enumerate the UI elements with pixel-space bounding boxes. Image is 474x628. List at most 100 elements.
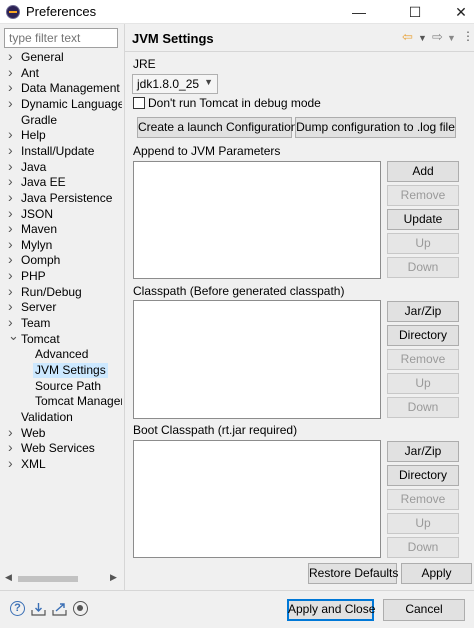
debug-mode-label[interactable]: Don't run Tomcat in debug mode <box>148 96 321 110</box>
debug-mode-checkbox[interactable] <box>133 97 145 109</box>
window-title: Preferences <box>26 4 97 19</box>
jre-label: JRE <box>133 57 156 71</box>
tree-item-json[interactable]: › JSON <box>8 205 53 222</box>
tree-item-tomcat-manager[interactable]: Tomcat Manager <box>35 394 122 409</box>
chevron-down-icon[interactable]: ⌄ <box>8 328 19 344</box>
pane-divider[interactable] <box>124 24 125 590</box>
chevron-right-icon[interactable]: › <box>8 424 13 440</box>
maximize-button[interactable]: ☐ <box>392 0 438 24</box>
classpath-down-button[interactable]: Down <box>387 397 459 418</box>
tree-item-validation[interactable]: Validation <box>21 410 73 425</box>
tree-item-mylyn[interactable]: › Mylyn <box>8 236 52 253</box>
append-down-button[interactable]: Down <box>387 257 459 278</box>
tree-item-data-management[interactable]: › Data Management <box>8 79 120 96</box>
chevron-right-icon[interactable]: › <box>8 205 13 221</box>
forward-menu-icon[interactable]: ▼ <box>447 33 456 43</box>
help-icon[interactable]: ? <box>10 601 25 616</box>
back-menu-icon[interactable]: ▼ <box>418 33 427 43</box>
tree-item-label: General <box>21 50 64 64</box>
tree-item-run-debug[interactable]: › Run/Debug <box>8 283 82 300</box>
create-launch-config-button[interactable]: Create a launch Configuration <box>137 117 297 138</box>
back-arrow-icon[interactable]: ⇦ <box>402 29 413 45</box>
tree-item-jvm-settings[interactable]: JVM Settings <box>33 363 108 378</box>
preferences-tree[interactable]: › General › Ant › Data Management › Dynamic Lan… <box>0 50 122 570</box>
chevron-right-icon[interactable]: › <box>8 158 13 174</box>
chevron-right-icon[interactable]: › <box>8 283 13 299</box>
jvm-parameters-list[interactable] <box>133 161 381 279</box>
tree-item-source-path[interactable]: Source Path <box>35 379 101 394</box>
scroll-left-icon[interactable]: ◀ <box>5 572 12 583</box>
export-icon[interactable] <box>52 601 67 616</box>
tree-item-web[interactable]: › Web <box>8 424 45 441</box>
tree-horizontal-scrollbar[interactable]: ◀ ▶ <box>4 572 120 585</box>
record-icon[interactable] <box>73 601 88 616</box>
classpath-remove-button[interactable]: Remove <box>387 349 459 370</box>
tree-item-server[interactable]: › Server <box>8 298 57 315</box>
chevron-right-icon[interactable]: › <box>8 95 13 111</box>
scroll-thumb[interactable] <box>18 576 78 582</box>
dump-config-button[interactable]: Dump configuration to .log file <box>295 117 456 138</box>
view-menu-icon[interactable]: ⋮ <box>462 29 474 43</box>
tree-item-java-persistence[interactable]: › Java Persistence <box>8 189 112 206</box>
tree-item-tomcat[interactable]: ⌄ Tomcat <box>8 328 60 347</box>
tree-item-label: Server <box>21 300 57 315</box>
tree-item-php[interactable]: › PHP <box>8 267 46 284</box>
tree-item-xml[interactable]: › XML <box>8 455 46 472</box>
add-button[interactable]: Add <box>387 161 459 182</box>
forward-arrow-icon[interactable]: ⇨ <box>432 29 443 45</box>
boot-remove-button[interactable]: Remove <box>387 489 459 510</box>
cancel-button[interactable]: Cancel <box>383 599 465 621</box>
tree-item-java[interactable]: › Java <box>8 158 46 175</box>
tree-item-ant[interactable]: › Ant <box>8 64 39 81</box>
classpath-list[interactable] <box>133 300 381 419</box>
chevron-right-icon[interactable]: › <box>8 142 13 158</box>
scroll-right-icon[interactable]: ▶ <box>110 572 117 583</box>
tree-item-label: Oomph <box>21 253 61 268</box>
jre-select[interactable]: jdk1.8.0_25 ▼ <box>132 74 218 94</box>
tree-item-gradle[interactable]: Gradle <box>21 113 57 128</box>
chevron-right-icon[interactable]: › <box>8 236 13 252</box>
jre-select-value: jdk1.8.0_25 <box>137 77 200 91</box>
tree-item-team[interactable]: › Team <box>8 314 50 331</box>
boot-directory-button[interactable]: Directory <box>387 465 459 486</box>
restore-defaults-button[interactable]: Restore Defaults <box>308 563 398 584</box>
chevron-right-icon[interactable]: › <box>8 439 13 455</box>
apply-button[interactable]: Apply <box>401 563 472 584</box>
filter-input[interactable] <box>4 28 118 48</box>
tree-item-help[interactable]: › Help <box>8 126 46 143</box>
tree-item-java-ee[interactable]: › Java EE <box>8 173 66 190</box>
chevron-right-icon[interactable]: › <box>8 220 13 236</box>
boot-down-button[interactable]: Down <box>387 537 459 558</box>
chevron-right-icon[interactable]: › <box>8 64 13 80</box>
close-button[interactable]: ✕ <box>438 0 474 24</box>
boot-up-button[interactable]: Up <box>387 513 459 534</box>
chevron-right-icon[interactable]: › <box>8 189 13 205</box>
chevron-right-icon[interactable]: › <box>8 267 13 283</box>
apply-and-close-button[interactable]: Apply and Close <box>287 599 375 621</box>
chevron-right-icon[interactable]: › <box>8 126 13 142</box>
boot-jarzip-button[interactable]: Jar/Zip <box>387 441 459 462</box>
chevron-right-icon[interactable]: › <box>8 50 13 64</box>
tree-item-oomph[interactable]: › Oomph <box>8 251 61 268</box>
boot-classpath-list[interactable] <box>133 440 381 558</box>
chevron-right-icon[interactable]: › <box>8 455 13 471</box>
classpath-up-button[interactable]: Up <box>387 373 459 394</box>
tree-item-maven[interactable]: › Maven <box>8 220 58 237</box>
chevron-right-icon[interactable]: › <box>8 251 13 267</box>
minimize-button[interactable]: — <box>336 0 382 24</box>
tree-item-install-update[interactable]: › Install/Update <box>8 142 94 159</box>
tree-item-advanced[interactable]: Advanced <box>35 347 88 362</box>
tree-item-label: Maven <box>21 222 58 237</box>
append-remove-button[interactable]: Remove <box>387 185 459 206</box>
update-button[interactable]: Update <box>387 209 459 230</box>
chevron-right-icon[interactable]: › <box>8 79 13 95</box>
chevron-right-icon[interactable]: › <box>8 173 13 189</box>
tree-item-dynamic-languages[interactable]: › Dynamic Languages <box>8 95 122 112</box>
import-icon[interactable] <box>31 601 46 616</box>
classpath-directory-button[interactable]: Directory <box>387 325 459 346</box>
classpath-jarzip-button[interactable]: Jar/Zip <box>387 301 459 322</box>
chevron-right-icon[interactable]: › <box>8 298 13 314</box>
tree-item-general[interactable]: › General <box>8 50 64 65</box>
append-up-button[interactable]: Up <box>387 233 459 254</box>
tree-item-web-services[interactable]: › Web Services <box>8 439 95 456</box>
